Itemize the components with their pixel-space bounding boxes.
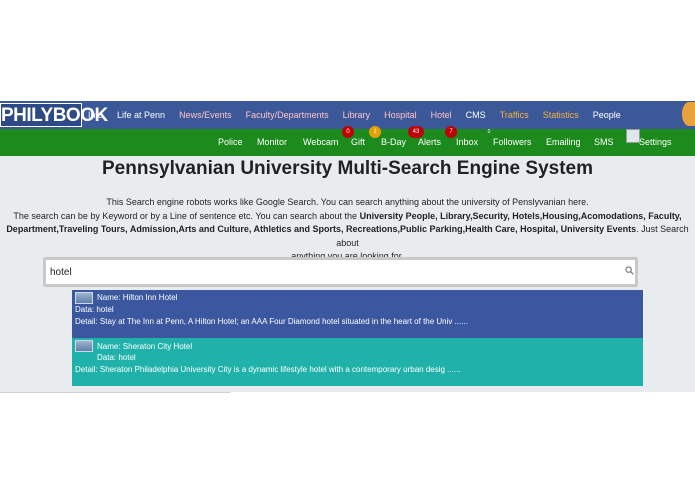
result-data: Data: hotel — [97, 353, 136, 362]
desc-line3: Department,Traveling Tours, Admission,Ar… — [0, 223, 695, 250]
nav-hospital[interactable]: Hospital — [384, 110, 417, 120]
bday-badge: 1 — [369, 126, 381, 138]
hotel-thumbnail-icon — [75, 340, 93, 352]
nav-traffics[interactable]: Traffics — [500, 110, 529, 120]
nav-faculty-departments[interactable]: Faculty/Departments — [246, 110, 329, 120]
desc-line2: The search can be by Keyword or by a Lin… — [0, 210, 695, 224]
result-detail: Detail: Sheraton Philadelphia University… — [75, 365, 461, 374]
search-icon[interactable] — [625, 266, 634, 277]
nav-life-at-penn[interactable]: Life at Penn — [117, 110, 165, 120]
result-data: Data: hotel — [75, 305, 114, 314]
hotel-thumbnail-icon — [75, 292, 93, 304]
philybook-logo[interactable]: PHILYBOOK — [0, 103, 108, 127]
inbox-badge: 7 — [445, 126, 457, 138]
desc-line2-bold: University People, Library,Security, Hot… — [359, 210, 682, 221]
search-input[interactable] — [46, 260, 635, 284]
result-detail: Detail: Stay at The Inn at Penn, A Hilto… — [75, 317, 468, 326]
followers-badge: 0 — [487, 129, 491, 135]
nav-news-events[interactable]: News/Events — [179, 110, 232, 120]
search-container — [43, 257, 638, 287]
desc-line2-plain: The search can be by Keyword or by a Lin… — [13, 210, 360, 221]
nav-info[interactable]: Info — [88, 110, 103, 120]
divider — [0, 392, 230, 393]
desc-line3-bold: Department,Traveling Tours, Admission,Ar… — [6, 224, 637, 234]
subnav-gift[interactable]: Gift — [351, 137, 365, 147]
subnav-settings[interactable]: Settings — [639, 137, 672, 147]
subnav-bday[interactable]: B-Day — [381, 137, 406, 147]
subnav-alerts[interactable]: Alerts — [418, 137, 441, 147]
nav-people[interactable]: People — [593, 110, 621, 120]
nav-statistics[interactable]: Statistics — [543, 110, 579, 120]
result-name: Name: Hilton Inn Hotel — [97, 293, 178, 302]
subnav-monitor[interactable]: Monitor — [257, 137, 287, 147]
settings-icon[interactable] — [626, 129, 640, 143]
subnav-police[interactable]: Police — [218, 137, 243, 147]
alerts-badge: 43 — [408, 126, 424, 138]
description: This Search engine robots works like Goo… — [0, 196, 695, 264]
subnav-emailing[interactable]: Emailing — [546, 137, 581, 147]
desc-line1: This Search engine robots works like Goo… — [106, 197, 589, 207]
nav-library[interactable]: Library — [343, 110, 371, 120]
sub-nav: Police Monitor Webcam Gift B-Day Alerts … — [0, 126, 695, 156]
subnav-sms[interactable]: SMS — [594, 137, 614, 147]
subnav-followers[interactable]: Followers — [493, 137, 532, 147]
main-nav: Info Life at Penn News/Events Faculty/De… — [88, 101, 635, 129]
subnav-inbox[interactable]: Inbox — [456, 137, 478, 147]
search-result-item[interactable]: Name: Hilton Inn Hotel Data: hotel Detai… — [72, 290, 643, 338]
page-title: Pennsylvanian University Multi-Search En… — [102, 158, 593, 179]
search-result-item[interactable]: Name: Sheraton City Hotel Data: hotel De… — [72, 338, 643, 386]
subnav-webcam[interactable]: Webcam — [303, 137, 338, 147]
nav-cms[interactable]: CMS — [466, 110, 486, 120]
gift-badge: 0 — [342, 126, 354, 138]
nav-hotel[interactable]: Hotel — [431, 110, 452, 120]
result-name: Name: Sheraton City Hotel — [97, 342, 193, 351]
user-avatar[interactable] — [682, 102, 695, 126]
